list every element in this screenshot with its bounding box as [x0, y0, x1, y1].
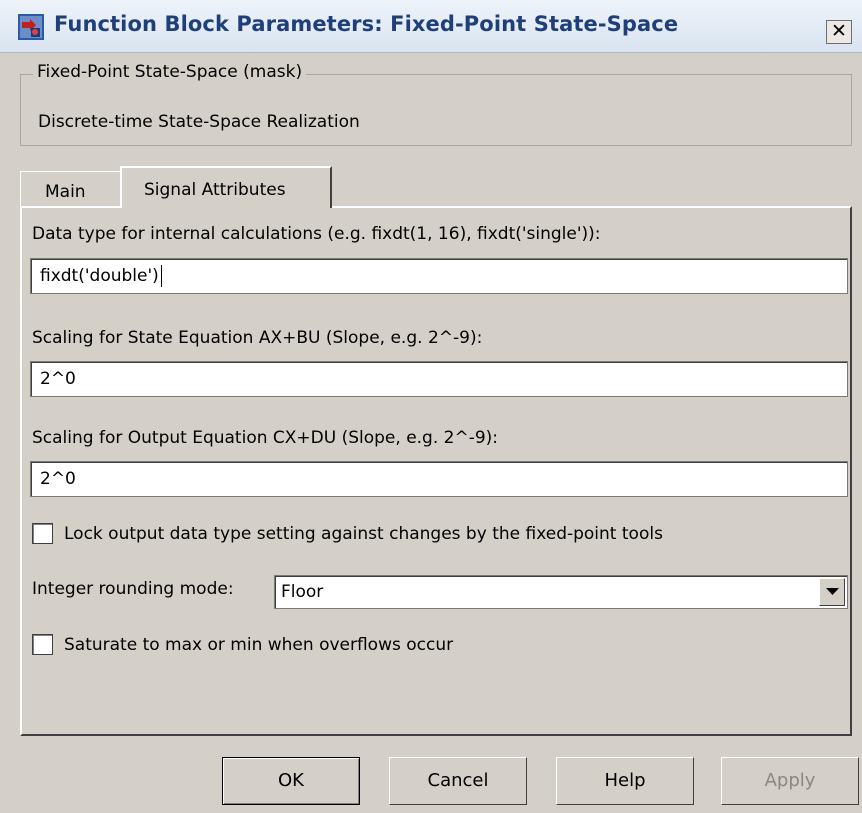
rounding-mode-select[interactable]: Floor — [274, 575, 848, 609]
mask-description: Discrete-time State-Space Realization — [38, 112, 360, 132]
output-scaling-value: 2^0 — [40, 469, 76, 489]
cancel-button[interactable]: Cancel — [389, 757, 527, 805]
close-icon: ✕ — [831, 20, 847, 42]
saturate-checkbox[interactable] — [32, 634, 53, 655]
tab-signal-attributes-label: Signal Attributes — [144, 180, 286, 200]
title-bar[interactable]: Function Block Parameters: Fixed-Point S… — [0, 0, 862, 53]
data-type-value: fixdt('double') — [40, 266, 159, 286]
lock-output-checkbox[interactable] — [32, 523, 53, 544]
mask-group-legend: Fixed-Point State-Space (mask) — [33, 62, 307, 82]
help-button[interactable]: Help — [556, 757, 694, 805]
tab-signal-attributes[interactable]: Signal Attributes — [120, 166, 332, 208]
output-scaling-input[interactable]: 2^0 — [30, 461, 848, 497]
saturate-label[interactable]: Saturate to max or min when overflows oc… — [64, 635, 453, 655]
mask-description-group — [20, 74, 852, 146]
output-scaling-label: Scaling for Output Equation CX+DU (Slope… — [32, 428, 499, 448]
rounding-mode-label: Integer rounding mode: — [32, 579, 234, 599]
chevron-down-icon — [826, 588, 839, 595]
dialog-window: Function Block Parameters: Fixed-Point S… — [0, 0, 862, 813]
state-scaling-value: 2^0 — [40, 369, 76, 389]
tab-main[interactable]: Main — [20, 171, 124, 206]
close-button[interactable]: ✕ — [826, 20, 852, 44]
data-type-input[interactable]: fixdt('double') — [30, 258, 848, 294]
tab-main-label: Main — [45, 182, 86, 202]
dropdown-arrow-button[interactable] — [819, 578, 845, 606]
state-scaling-label: Scaling for State Equation AX+BU (Slope,… — [32, 328, 483, 348]
data-type-label: Data type for internal calculations (e.g… — [32, 224, 601, 244]
simulink-app-icon — [18, 14, 44, 40]
state-scaling-input[interactable]: 2^0 — [30, 361, 848, 397]
rounding-mode-value: Floor — [281, 582, 324, 602]
window-title: Function Block Parameters: Fixed-Point S… — [54, 12, 679, 36]
ok-button[interactable]: OK — [222, 757, 360, 805]
apply-button[interactable]: Apply — [721, 757, 859, 805]
text-caret — [160, 265, 162, 287]
lock-output-label[interactable]: Lock output data type setting against ch… — [64, 524, 663, 544]
